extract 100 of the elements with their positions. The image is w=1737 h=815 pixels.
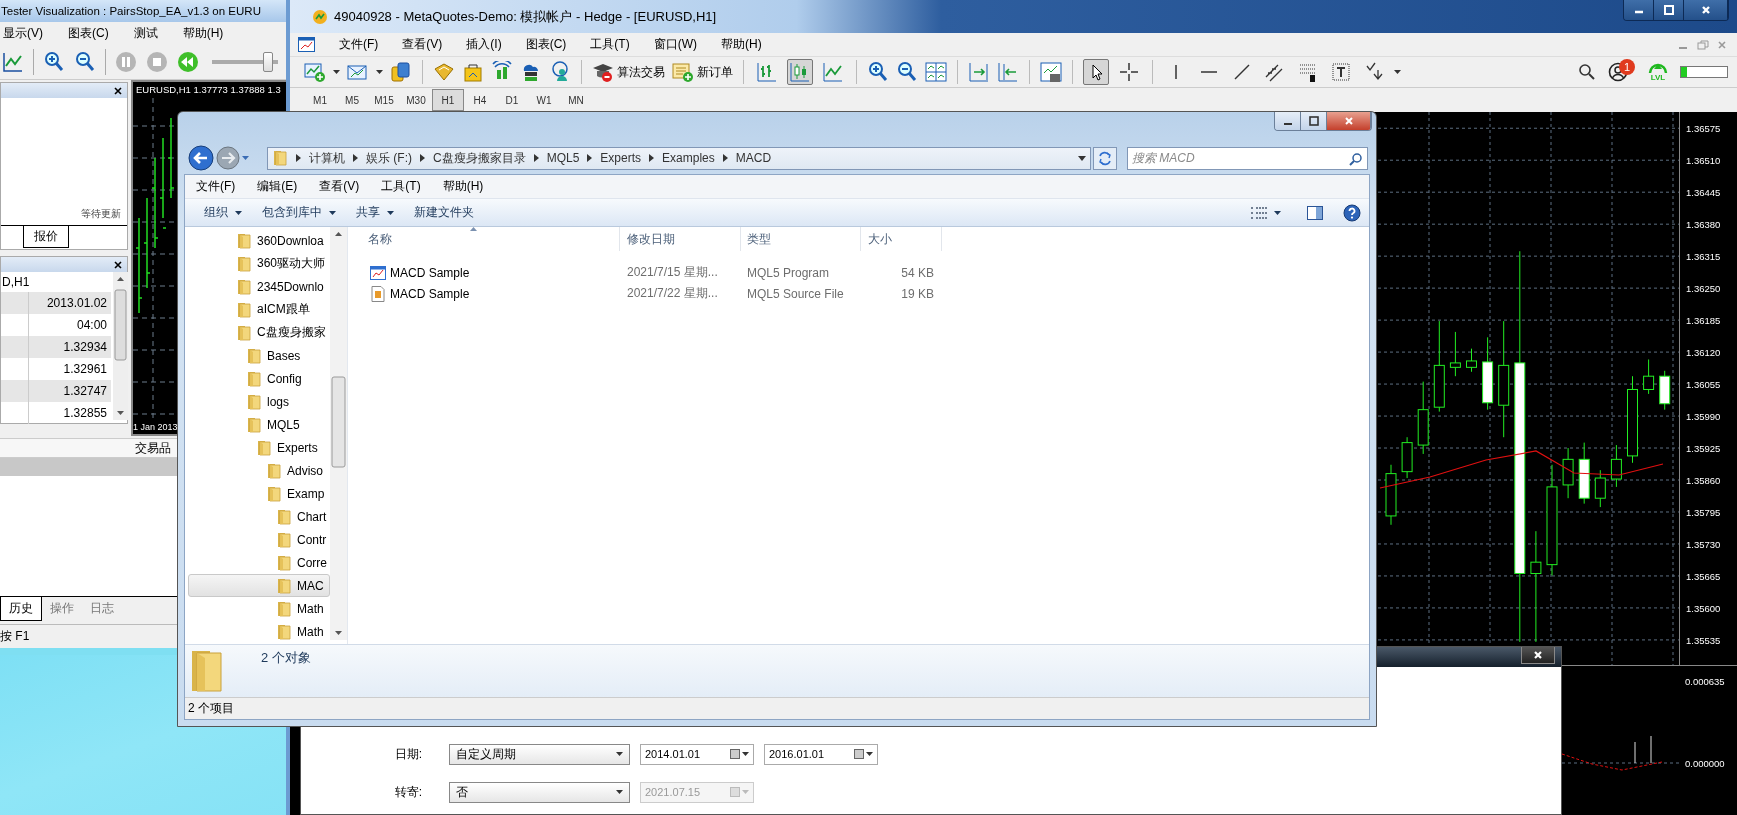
- tree-item[interactable]: aICM跟单: [188, 298, 330, 321]
- maximize-icon[interactable]: [1308, 116, 1319, 126]
- tree-item[interactable]: Examp: [188, 482, 330, 505]
- tree-item[interactable]: Chart: [188, 505, 330, 528]
- zoom-in-icon[interactable]: [867, 61, 889, 83]
- tree-item[interactable]: C盘瘦身搬家: [188, 321, 330, 344]
- caret-icon[interactable]: [329, 210, 336, 215]
- tree-item[interactable]: 360驱动大师: [188, 252, 330, 275]
- tree-item[interactable]: Experts: [188, 436, 330, 459]
- timeframe-button[interactable]: M1: [304, 89, 336, 111]
- menu-item[interactable]: 窗口(W): [653, 36, 697, 53]
- caret-icon[interactable]: [376, 70, 383, 74]
- tree-item[interactable]: MQL5: [188, 413, 330, 436]
- line-chart-icon[interactable]: [2, 50, 24, 73]
- calendar-icon[interactable]: [730, 749, 740, 759]
- menu-item[interactable]: 查看(V): [402, 36, 443, 53]
- date-field[interactable]: 2016.01.01: [764, 743, 878, 765]
- menu-item[interactable]: 文件(F): [339, 36, 379, 53]
- toolbar-button[interactable]: 包含到库中: [255, 201, 343, 224]
- account-icon[interactable]: [1608, 62, 1628, 82]
- caret-icon[interactable]: [1274, 210, 1281, 215]
- breadcrumb-item[interactable]: C盘瘦身搬家目录: [433, 148, 526, 168]
- vertical-scrollbar[interactable]: [113, 272, 128, 420]
- help-icon[interactable]: [1343, 203, 1361, 222]
- tree-item[interactable]: Math: [188, 597, 330, 620]
- toolbar-button[interactable]: 新建文件夹: [407, 201, 481, 224]
- tab[interactable]: 报价: [23, 226, 69, 248]
- tree-item[interactable]: logs: [188, 390, 330, 413]
- timeframe-button[interactable]: MN: [560, 89, 592, 111]
- template-icon[interactable]: [1040, 61, 1062, 83]
- breadcrumb-item[interactable]: Examples: [662, 150, 715, 166]
- column-header[interactable]: 名称: [348, 227, 620, 251]
- tile-windows-icon[interactable]: [925, 61, 947, 83]
- view-options-icon[interactable]: [1250, 205, 1268, 220]
- timeframe-button[interactable]: W1: [528, 89, 560, 111]
- caret-icon[interactable]: [235, 210, 242, 215]
- breadcrumb-item[interactable]: 计算机: [309, 148, 345, 168]
- tree-item[interactable]: Bases: [188, 344, 330, 367]
- minimize-button[interactable]: [1275, 112, 1301, 130]
- search-icon[interactable]: [1578, 63, 1596, 81]
- caret-icon[interactable]: [616, 790, 623, 794]
- tree-item[interactable]: Contr: [188, 528, 330, 551]
- menu-item[interactable]: 文件(F): [196, 178, 236, 195]
- zoom-out-icon[interactable]: [896, 61, 918, 83]
- vertical-scrollbar[interactable]: [330, 227, 347, 640]
- preview-pane-icon[interactable]: [1307, 205, 1323, 220]
- chevron-icon[interactable]: [533, 154, 539, 162]
- minimize-button[interactable]: [1624, 0, 1654, 20]
- chevron-icon[interactable]: [722, 154, 728, 162]
- menu-item[interactable]: 工具(T): [381, 178, 421, 195]
- column-header[interactable]: 类型: [741, 227, 861, 251]
- chevron-icon[interactable]: [296, 154, 301, 162]
- algo-trading-button[interactable]: 算法交易: [617, 63, 665, 81]
- bag-icon[interactable]: [462, 61, 484, 83]
- zoom-out-icon[interactable]: [74, 50, 96, 73]
- breadcrumb-item[interactable]: Experts: [600, 150, 642, 166]
- close-button[interactable]: [1521, 647, 1555, 664]
- slider-thumb[interactable]: [263, 51, 274, 72]
- tree-item[interactable]: 360Downloa: [188, 229, 330, 252]
- refresh-button[interactable]: [1093, 146, 1117, 170]
- caret-icon[interactable]: [616, 752, 623, 756]
- menu-item[interactable]: 图表(C): [525, 36, 567, 53]
- tree-item[interactable]: MAC: [188, 574, 330, 597]
- timeframe-button[interactable]: H1: [432, 89, 464, 111]
- column-header[interactable]: 大小: [861, 227, 942, 251]
- menu-item[interactable]: 工具(T): [590, 36, 630, 53]
- timeframe-button[interactable]: H4: [464, 89, 496, 111]
- breadcrumb-item[interactable]: MACD: [735, 150, 772, 166]
- maximize-button[interactable]: [1301, 112, 1327, 130]
- file-name[interactable]: MACD Sample: [390, 265, 470, 280]
- menu-item[interactable]: 测试: [133, 24, 158, 42]
- tree-item[interactable]: Config: [188, 367, 330, 390]
- book-icon[interactable]: [433, 61, 455, 83]
- coins-icon[interactable]: [390, 61, 412, 83]
- timeframe-button[interactable]: M15: [368, 89, 400, 111]
- close-button[interactable]: [1684, 0, 1728, 20]
- zoom-in-icon[interactable]: [43, 50, 65, 73]
- tree-item[interactable]: Corre: [188, 551, 330, 574]
- dropdown[interactable]: 自定义周期: [449, 743, 630, 765]
- dropdown[interactable]: 否: [449, 781, 630, 803]
- chevron-icon[interactable]: [649, 154, 655, 162]
- caret-icon[interactable]: [387, 210, 394, 215]
- toolbar-button[interactable]: 组织: [197, 201, 249, 224]
- date-field[interactable]: 2014.01.01: [640, 743, 754, 765]
- chevron-icon[interactable]: [353, 154, 358, 162]
- person-signal-icon[interactable]: [549, 61, 571, 83]
- graduation-cap-icon[interactable]: [592, 61, 614, 83]
- menu-item[interactable]: 图表(C): [68, 24, 109, 42]
- dropdown-arrow-icon[interactable]: [1078, 155, 1086, 161]
- menu-item[interactable]: 帮助(H): [442, 178, 484, 195]
- toolbar-button[interactable]: 共享: [349, 201, 401, 224]
- tab[interactable]: 历史: [0, 597, 42, 622]
- breadcrumb-item[interactable]: 娱乐 (F:): [366, 148, 412, 168]
- close-icon[interactable]: [113, 85, 123, 96]
- chart-plus-icon[interactable]: [304, 61, 326, 83]
- tree-item[interactable]: 2345Downlo: [188, 275, 330, 298]
- menu-item[interactable]: 显示(V): [3, 24, 43, 42]
- timeframe-button[interactable]: M5: [336, 89, 368, 111]
- file-name[interactable]: MACD Sample: [390, 286, 470, 301]
- caret-icon[interactable]: [333, 70, 340, 74]
